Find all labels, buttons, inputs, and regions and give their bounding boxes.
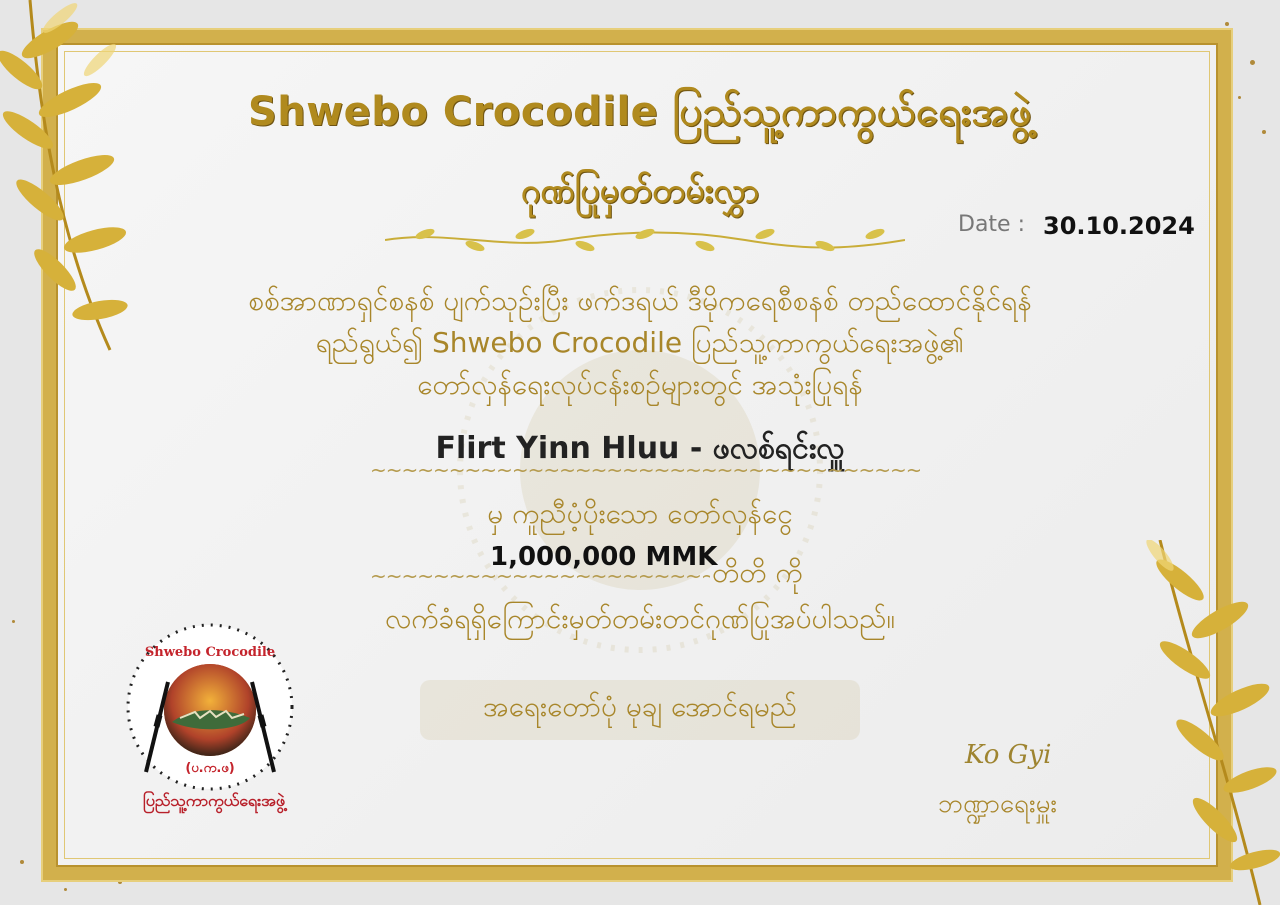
gold-speckle <box>1225 22 1229 26</box>
date-value: 30.10.2024 <box>1043 212 1195 240</box>
underline-squiggle: ~~~~~~~~~~~~~~~~~~~~~~~~~~~~~~~~~~~~~~~~… <box>370 458 920 482</box>
signer-title: ဘဏ္ဍာရေးမှူး <box>938 789 1058 819</box>
vine-ornament <box>385 228 905 252</box>
gold-speckle <box>64 888 67 891</box>
body-line-2: ရည်ရွယ်၍ Shwebo Crocodile ပြည်သူ့ကာကွယ်ရ… <box>315 326 965 359</box>
date-label: Date : <box>958 212 1025 237</box>
logo-caption: ပြည်သူ့ကာကွယ်ရေးအဖွဲ့ <box>143 791 285 810</box>
gold-speckle <box>118 880 122 884</box>
logo-badge-text: (ပ.က.ဖ) <box>185 761 234 776</box>
donation-amount: 1,000,000 MMK <box>490 542 718 572</box>
body-line-3: တော်လှန်ရေးလုပ်ငန်းစဉ်များတွင် အသုံးပြုရ… <box>417 368 863 401</box>
amount-suffix: တိတိ ကို <box>712 556 803 589</box>
certificate-title: Shwebo Crocodile ပြည်သူ့ကာကွယ်ရေးအဖွဲ့ <box>247 89 1033 135</box>
organization-logo: Shwebo Crocodile (ပ.က.ဖ) <box>126 623 294 791</box>
signature: Ko Gyi <box>965 740 1052 770</box>
donation-line: မှ ကူညီပံ့ပိုးသော တော်လှန်ငွေ <box>487 497 793 530</box>
body-line-1: စစ်အာဏာရှင်စနစ် ပျက်သုဉ်းပြီး ဖက်ဒရယ် ဒီ… <box>248 284 1032 317</box>
logo-top-text: Shwebo Crocodile <box>145 645 275 660</box>
gold-speckle <box>20 860 24 864</box>
gold-speckle <box>1250 60 1255 65</box>
